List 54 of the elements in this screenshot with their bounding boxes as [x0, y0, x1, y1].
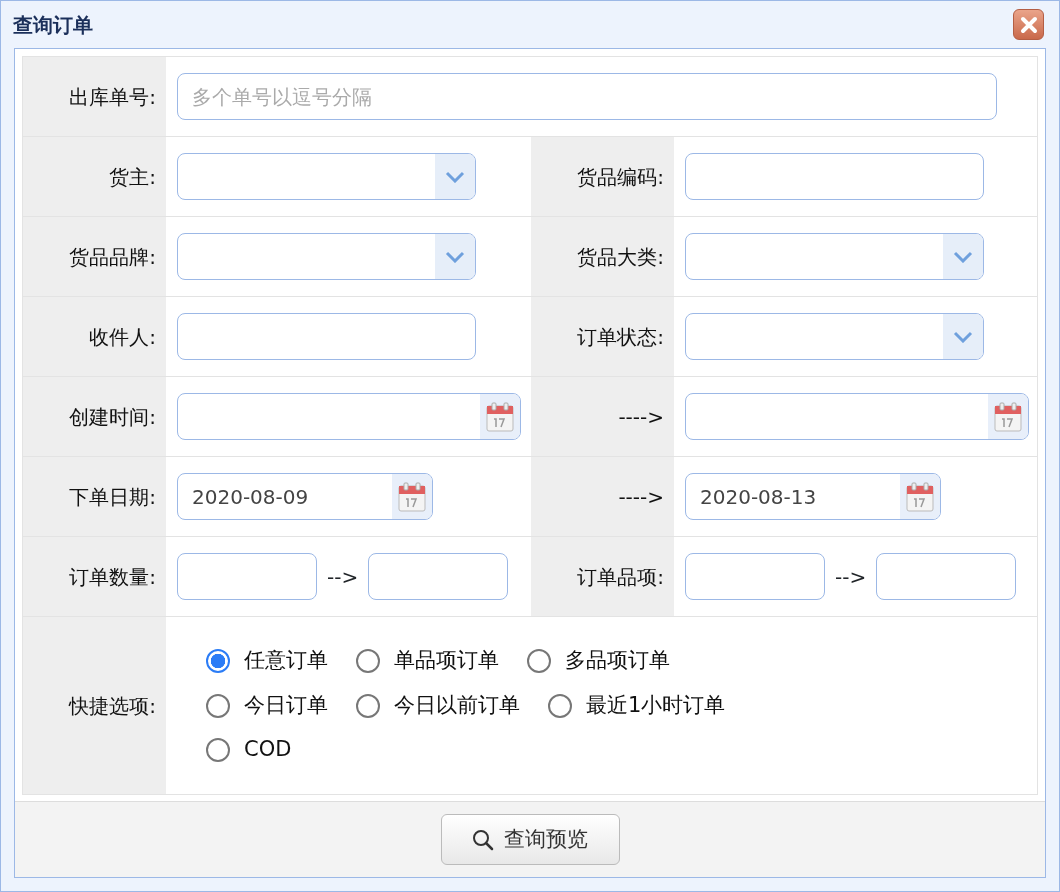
radio-button[interactable]	[206, 738, 230, 762]
radio-option[interactable]: 多品项订单	[527, 645, 670, 677]
radio-option[interactable]: 今日订单	[206, 689, 328, 722]
dropdown[interactable]	[177, 233, 476, 280]
dialog-title: 查询订单	[13, 11, 93, 39]
dropdown[interactable]	[685, 313, 984, 360]
date-input[interactable]: 2020-08-13	[686, 474, 900, 519]
date-field[interactable]: 2020-08-09	[177, 473, 433, 520]
chevron-down-icon	[953, 330, 973, 343]
range-separator: -->	[835, 563, 867, 591]
date-field[interactable]	[685, 393, 1029, 440]
field-label: 下单日期:	[69, 483, 156, 511]
radio-option[interactable]: 今日以前订单	[356, 689, 520, 722]
range-separator: -->	[327, 563, 359, 591]
radio-button[interactable]	[527, 649, 551, 673]
field-label: ---->	[618, 403, 664, 431]
chevron-down-icon	[445, 250, 465, 263]
calendar-icon	[994, 401, 1022, 432]
input-field[interactable]: 多个单号以逗号分隔	[178, 74, 996, 119]
field-label: 订单状态:	[577, 323, 664, 351]
field-label: ---->	[618, 483, 664, 511]
date-input[interactable]: 2020-08-09	[178, 474, 392, 519]
chevron-down-icon	[953, 250, 973, 263]
radio-option[interactable]: COD	[206, 734, 292, 766]
close-icon	[1019, 15, 1038, 34]
dropdown[interactable]	[177, 153, 476, 200]
field-label: 收件人:	[89, 323, 156, 351]
preview-button[interactable]: 查询预览	[440, 814, 620, 865]
field-label: 快捷选项:	[69, 692, 156, 720]
field-label: 出库单号:	[69, 83, 156, 111]
calendar-icon	[906, 481, 934, 512]
date-field[interactable]	[177, 393, 521, 440]
field-label: 订单品项:	[577, 563, 664, 591]
field-label: 货品品牌:	[69, 243, 156, 271]
field-label: 订单数量:	[69, 563, 156, 591]
chevron-down-icon	[445, 170, 465, 183]
field-label: 货品编码:	[577, 163, 664, 191]
radio-button[interactable]	[356, 649, 380, 673]
search-icon	[472, 828, 494, 851]
field-label: 货主:	[109, 163, 156, 191]
date-field[interactable]: 2020-08-13	[685, 473, 941, 520]
radio-button[interactable]	[206, 693, 230, 718]
dropdown[interactable]	[685, 233, 984, 280]
radio-option[interactable]: 任意订单	[206, 645, 328, 677]
field-label: 创建时间:	[69, 403, 156, 431]
field-label: 货品大类:	[577, 243, 664, 271]
radio-option[interactable]: 最近1小时订单	[548, 689, 726, 722]
calendar-icon	[486, 401, 514, 432]
radio-option[interactable]: 单品项订单	[356, 645, 499, 677]
radio-button[interactable]	[548, 693, 572, 718]
radio-button[interactable]	[206, 649, 230, 673]
radio-button[interactable]	[356, 693, 380, 718]
close-button[interactable]	[1013, 9, 1044, 40]
calendar-icon	[398, 481, 426, 512]
